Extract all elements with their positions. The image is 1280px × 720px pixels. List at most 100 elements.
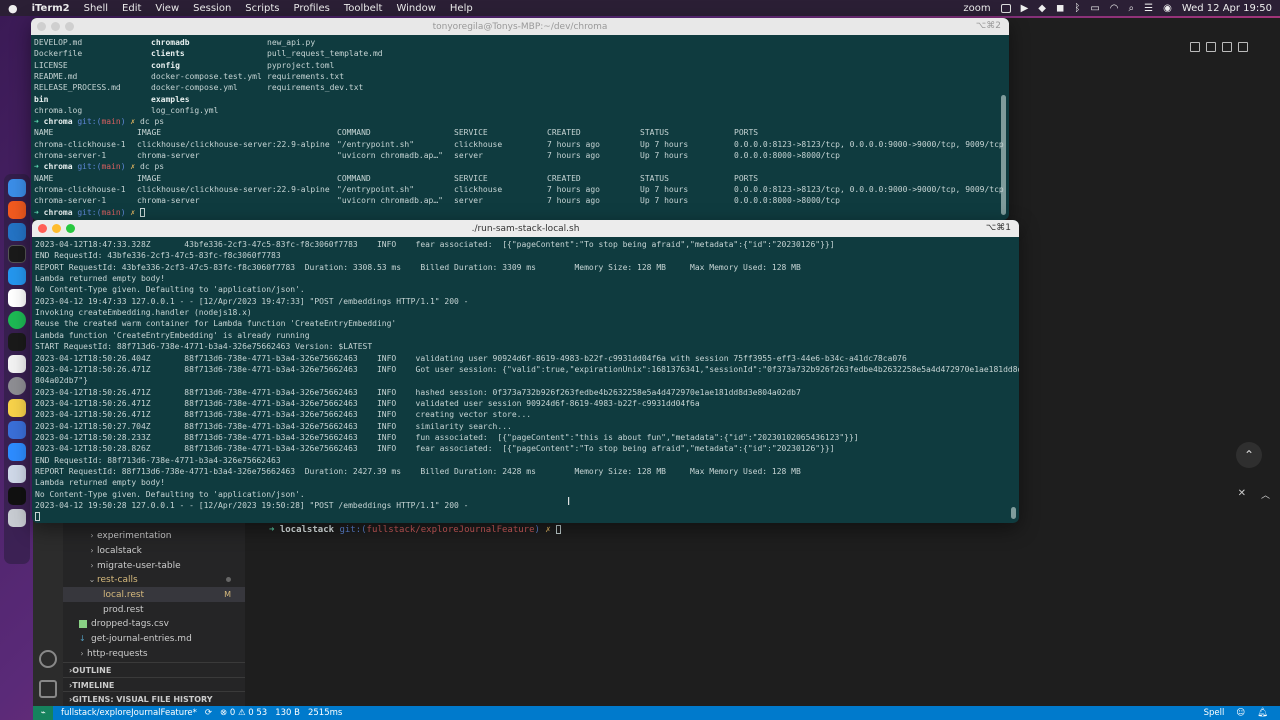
ps-cell: chroma-server-1 (34, 196, 107, 206)
section-timeline[interactable]: › TIMELINE (63, 677, 245, 692)
tree-file-dropped-tags[interactable]: dropped-tags.csv (63, 616, 245, 631)
customize-layout-icon[interactable] (1238, 42, 1248, 52)
tree-folder-rest-calls[interactable]: ⌄ rest-calls (63, 572, 245, 587)
title-bar[interactable]: tonyoregila@Tonys-MBP:~/dev/chroma ⌥⌘2 (31, 18, 1009, 35)
feedback-icon[interactable]: ☺ (1236, 708, 1245, 718)
spotify-icon[interactable] (8, 311, 26, 329)
section-gitlens-history[interactable]: › GITLENS: VISUAL FILE HISTORY (63, 691, 245, 706)
panel-icon[interactable] (1222, 42, 1232, 52)
terminal-output[interactable]: 2023-04-12T18:47:33.328Z 43bfe336-2cf3-4… (32, 237, 1019, 523)
preview-icon[interactable] (8, 465, 26, 483)
ls-output-line: Dockerfile clients pull_request_template.m… (34, 48, 1009, 59)
docker-icon[interactable] (8, 267, 26, 285)
calendar-icon[interactable] (8, 355, 26, 373)
zoom-button[interactable] (66, 224, 75, 233)
menu-window[interactable]: Window (396, 3, 435, 14)
shell-prompt-line: ➜ chroma git:(main) ✗ dc ps (34, 161, 1009, 172)
vscode-icon[interactable] (8, 223, 26, 241)
title-bar[interactable]: ./run-sam-stack-local.sh ⌥⌘1 (32, 220, 1019, 237)
wifi-icon[interactable]: ◠ (1110, 3, 1119, 14)
tree-folder-migrate-user-table[interactable]: › migrate-user-table (63, 558, 245, 573)
log-line: 2023-04-12T18:50:26.471Z 88f713d6-738e-4… (35, 398, 700, 408)
status-problems[interactable]: ⊗ 0 ⚠ 0 53 (220, 708, 267, 718)
menu-view[interactable]: View (155, 3, 179, 14)
close-button[interactable] (38, 224, 47, 233)
zoom-button[interactable] (65, 22, 74, 31)
notes-icon[interactable] (8, 399, 26, 417)
tree-label: local.rest (103, 589, 145, 600)
minimize-button[interactable] (52, 224, 61, 233)
tree-label: localstack (97, 545, 142, 556)
extension-icon[interactable] (1000, 3, 1011, 13)
log-line: END RequestId: 88f713d6-738e-4771-b3a4-3… (35, 455, 281, 465)
slack-icon[interactable] (8, 289, 26, 307)
tree-folder-http-requests[interactable]: › http-requests (63, 646, 245, 661)
panel-maximize-icon[interactable]: ︿ (1261, 488, 1270, 501)
terminal-cursor (35, 512, 40, 522)
tree-folder-localstack[interactable]: › localstack (63, 543, 245, 558)
status-spell[interactable]: Spell (1204, 708, 1225, 718)
iterm-icon[interactable] (8, 245, 26, 263)
terminal-icon[interactable] (8, 487, 26, 505)
minimize-button[interactable] (51, 22, 60, 31)
play-icon[interactable]: ▶ (1021, 3, 1029, 14)
notch-icon[interactable]: ◼ (1056, 3, 1064, 14)
ps-cell: server (454, 196, 483, 206)
menubar-clock[interactable]: Wed 12 Apr 19:50 (1182, 3, 1272, 14)
notifications-icon[interactable]: 🔔︎ (1257, 708, 1268, 718)
menu-toolbelt[interactable]: Toolbelt (344, 3, 383, 14)
log-line: Reuse the created warm container for Lam… (35, 319, 397, 329)
zoom-status-item[interactable]: zoom (963, 3, 990, 14)
menu-help[interactable]: Help (450, 3, 473, 14)
siri-icon[interactable]: ◉ (1163, 3, 1172, 14)
control-center-icon[interactable]: ☰ (1144, 3, 1153, 14)
search-icon[interactable]: ⌕ (1129, 3, 1135, 14)
account-icon[interactable] (39, 650, 57, 668)
menu-shell[interactable]: Shell (84, 3, 108, 14)
cube-icon[interactable]: ◆ (1038, 3, 1046, 14)
tree-file-prod-rest[interactable]: prod.rest (63, 602, 245, 617)
terminal-output[interactable]: DEVELOP.md chromadb new_api.py Dockerfile cl… (31, 35, 1009, 220)
ls-output-line: chroma.log log_config.yml (34, 105, 1009, 116)
ps-row: chroma-clickhouse-1 clickhouse/clickhouse… (34, 184, 1009, 195)
prompt-git: git:( (77, 207, 102, 217)
menu-session[interactable]: Session (193, 3, 231, 14)
zoom-app-icon[interactable] (8, 443, 26, 461)
brave-browser-icon[interactable] (8, 201, 26, 219)
ls-entry: log_config.yml (151, 105, 219, 115)
battery-icon[interactable]: ▭ (1090, 3, 1099, 14)
modified-dot (226, 577, 231, 582)
terminal-cursor (140, 207, 145, 217)
bluetooth-icon[interactable]: ᛒ (1074, 3, 1080, 14)
split-icon[interactable] (1206, 42, 1216, 52)
menu-scripts[interactable]: Scripts (245, 3, 279, 14)
finder-icon[interactable] (8, 179, 26, 197)
menu-edit[interactable]: Edit (122, 3, 141, 14)
chevron-right-icon: › (90, 561, 94, 570)
markdown-file-icon: ↓ (79, 633, 86, 643)
chevron-right-icon: › (80, 649, 84, 658)
integrated-terminal-prompt[interactable]: ➜ localstack git:(fullstack/exploreJourn… (269, 525, 562, 535)
tree-folder-experimentation[interactable]: › experimentation (63, 528, 245, 543)
layout-icon[interactable] (1190, 42, 1200, 52)
apple-menu-icon[interactable]: ● (8, 2, 18, 15)
messages-icon[interactable] (8, 333, 26, 351)
remote-icon[interactable]: ⌁ (33, 706, 53, 720)
sync-icon[interactable]: ⟳ (205, 708, 212, 718)
tree-file-get-journal-entries[interactable]: ↓ get-journal-entries.md (63, 631, 245, 646)
menu-profiles[interactable]: Profiles (294, 3, 330, 14)
ls-entry: chroma.log (34, 105, 83, 115)
panel-close-icon[interactable]: ✕ (1238, 488, 1246, 499)
section-outline[interactable]: › OUTLINE (63, 662, 245, 677)
ps-header-row: NAME IMAGE COMMAND SERVICE CREATED STATUS PORT… (34, 173, 1009, 184)
scroll-up-button[interactable]: ⌃ (1236, 442, 1262, 468)
settings-icon[interactable] (8, 377, 26, 395)
trash-icon[interactable] (8, 509, 26, 527)
tree-label: get-journal-entries.md (91, 633, 192, 644)
manage-gear-icon[interactable] (39, 680, 57, 698)
status-branch[interactable]: fullstack/exploreJournalFeature* (61, 708, 197, 718)
close-button[interactable] (37, 22, 46, 31)
menu-app-name[interactable]: iTerm2 (32, 3, 70, 14)
tree-file-local-rest[interactable]: local.rest M (63, 587, 245, 602)
shield-icon[interactable] (8, 421, 26, 439)
